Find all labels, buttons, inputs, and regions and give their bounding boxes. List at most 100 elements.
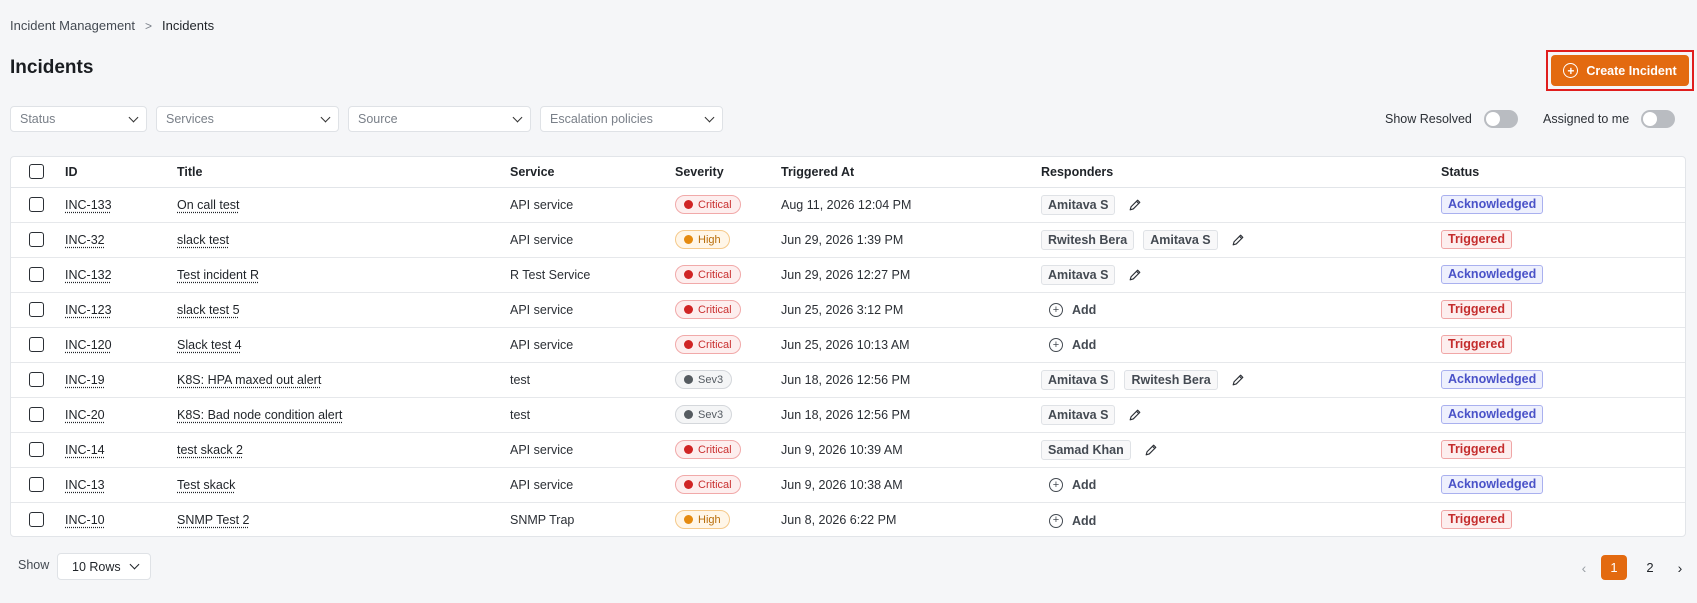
edit-responders-icon[interactable] [1124, 268, 1142, 282]
triggered-at: Aug 11, 2026 12:04 PM [781, 187, 1041, 223]
incident-id-link[interactable]: INC-13 [65, 478, 105, 492]
row-checkbox[interactable] [29, 372, 44, 388]
services-filter[interactable]: Services [156, 106, 339, 132]
column-header-status[interactable]: Status [1441, 157, 1685, 188]
add-responder-button[interactable]: + Add [1049, 478, 1096, 493]
select-all-checkbox[interactable] [29, 164, 44, 180]
table-body: INC-133 On call test API service Critica… [11, 187, 1685, 536]
incident-title-link[interactable]: On call test [177, 198, 240, 212]
column-header-title[interactable]: Title [177, 157, 510, 188]
breadcrumb-parent[interactable]: Incident Management [10, 18, 135, 33]
status-badge[interactable]: Triggered [1441, 230, 1512, 249]
column-header-service[interactable]: Service [510, 157, 675, 188]
incident-id-link[interactable]: INC-133 [65, 198, 112, 212]
next-page-icon[interactable]: › [1673, 560, 1687, 576]
incident-title-link[interactable]: SNMP Test 2 [177, 513, 250, 527]
create-incident-label: Create Incident [1586, 63, 1677, 78]
incident-title-link[interactable]: Test incident R [177, 268, 259, 282]
table-row[interactable]: INC-19 K8S: HPA maxed out alert test Sev… [11, 362, 1685, 398]
status-badge[interactable]: Acknowledged [1441, 405, 1544, 424]
severity-dot-icon [684, 340, 693, 349]
responder-chip[interactable]: Amitava S [1143, 229, 1218, 250]
table-row[interactable]: INC-10 SNMP Test 2 SNMP Trap High Jun 8,… [11, 502, 1685, 536]
table-row[interactable]: INC-132 Test incident R R Test Service C… [11, 257, 1685, 293]
edit-responders-icon[interactable] [1140, 443, 1158, 457]
edit-pencil-svg [1130, 409, 1141, 421]
incident-title-link[interactable]: Test skack [177, 478, 235, 492]
incident-title-link[interactable]: K8S: HPA maxed out alert [177, 373, 321, 387]
source-filter[interactable]: Source [348, 106, 531, 132]
incident-title-link[interactable]: slack test [177, 233, 229, 247]
edit-responders-icon[interactable] [1124, 408, 1142, 422]
severity-dot-icon [684, 305, 693, 314]
table-row[interactable]: INC-32 slack test API service High Jun 2… [11, 222, 1685, 258]
column-header-responders[interactable]: Responders [1041, 157, 1441, 188]
escalation-policies-filter[interactable]: Escalation policies [540, 106, 723, 132]
status-badge[interactable]: Acknowledged [1441, 265, 1544, 284]
table-row[interactable]: INC-13 Test skack API service Critical J… [11, 467, 1685, 503]
status-badge[interactable]: Triggered [1441, 335, 1512, 354]
table-row[interactable]: INC-120 Slack test 4 API service Critica… [11, 327, 1685, 363]
incident-title-link[interactable]: slack test 5 [177, 303, 240, 317]
status-badge[interactable]: Acknowledged [1441, 195, 1544, 214]
incident-id-link[interactable]: INC-10 [65, 513, 105, 527]
table-row[interactable]: INC-133 On call test API service Critica… [11, 187, 1685, 223]
assigned-to-me-group: Assigned to me [1543, 110, 1676, 128]
incident-id-link[interactable]: INC-20 [65, 408, 105, 422]
table-row[interactable]: INC-123 slack test 5 API service Critica… [11, 292, 1685, 328]
row-checkbox[interactable] [29, 407, 44, 423]
row-checkbox[interactable] [29, 477, 44, 493]
status-badge[interactable]: Triggered [1441, 440, 1512, 459]
edit-responders-icon[interactable] [1124, 198, 1142, 212]
incident-id-link[interactable]: INC-120 [65, 338, 112, 352]
incident-id-link[interactable]: INC-32 [65, 233, 105, 247]
row-checkbox[interactable] [29, 232, 44, 248]
row-checkbox[interactable] [29, 302, 44, 318]
row-checkbox[interactable] [29, 197, 44, 213]
status-badge[interactable]: Triggered [1441, 300, 1512, 319]
severity-label: Critical [698, 478, 732, 491]
assigned-to-me-toggle[interactable] [1641, 110, 1676, 128]
previous-page-icon[interactable]: ‹ [1577, 560, 1591, 576]
incident-id-link[interactable]: INC-132 [65, 268, 112, 282]
add-responder-button[interactable]: + Add [1049, 513, 1096, 528]
incident-id-link[interactable]: INC-123 [65, 303, 112, 317]
create-incident-button[interactable]: + Create Incident [1551, 55, 1689, 86]
page-1-button[interactable]: 1 [1601, 555, 1627, 580]
status-filter[interactable]: Status [10, 106, 147, 132]
show-resolved-toggle[interactable] [1483, 110, 1518, 128]
edit-responders-icon[interactable] [1227, 233, 1245, 247]
incident-title-link[interactable]: test skack 2 [177, 443, 243, 457]
status-badge[interactable]: Acknowledged [1441, 475, 1544, 494]
incident-title-link[interactable]: K8S: Bad node condition alert [177, 408, 342, 422]
severity-label: Sev3 [698, 408, 724, 421]
responder-chip[interactable]: Samad Khan [1041, 439, 1131, 460]
column-header-triggered-at[interactable]: Triggered At [781, 157, 1041, 188]
rows-per-page-select[interactable]: 10 Rows [57, 553, 151, 580]
row-checkbox[interactable] [29, 267, 44, 283]
responder-chip[interactable]: Amitava S [1041, 404, 1116, 425]
responder-chip[interactable]: Amitava S [1041, 369, 1116, 390]
column-header-id[interactable]: ID [65, 157, 177, 188]
severity-dot-icon [684, 200, 693, 209]
incident-title-link[interactable]: Slack test 4 [177, 338, 242, 352]
table-row[interactable]: INC-14 test skack 2 API service Critical… [11, 432, 1685, 468]
page-2-button[interactable]: 2 [1637, 555, 1663, 580]
column-header-severity[interactable]: Severity [675, 157, 781, 188]
status-badge[interactable]: Triggered [1441, 510, 1512, 530]
add-responder-button[interactable]: + Add [1049, 338, 1096, 353]
responder-chip[interactable]: Rwitesh Bera [1124, 369, 1218, 390]
incident-id-link[interactable]: INC-14 [65, 443, 105, 457]
add-responder-button[interactable]: + Add [1049, 303, 1096, 318]
row-checkbox[interactable] [29, 442, 44, 458]
table-row[interactable]: INC-20 K8S: Bad node condition alert tes… [11, 397, 1685, 433]
row-checkbox[interactable] [29, 337, 44, 353]
responder-chip[interactable]: Amitava S [1041, 264, 1116, 285]
responder-chip[interactable]: Amitava S [1041, 194, 1116, 215]
status-badge[interactable]: Acknowledged [1441, 370, 1544, 389]
edit-responders-icon[interactable] [1227, 373, 1245, 387]
responder-chip[interactable]: Rwitesh Bera [1041, 229, 1135, 250]
filter-bar: Status Services Source Escalation polici… [10, 106, 723, 132]
row-checkbox[interactable] [29, 512, 44, 528]
incident-id-link[interactable]: INC-19 [65, 373, 105, 387]
